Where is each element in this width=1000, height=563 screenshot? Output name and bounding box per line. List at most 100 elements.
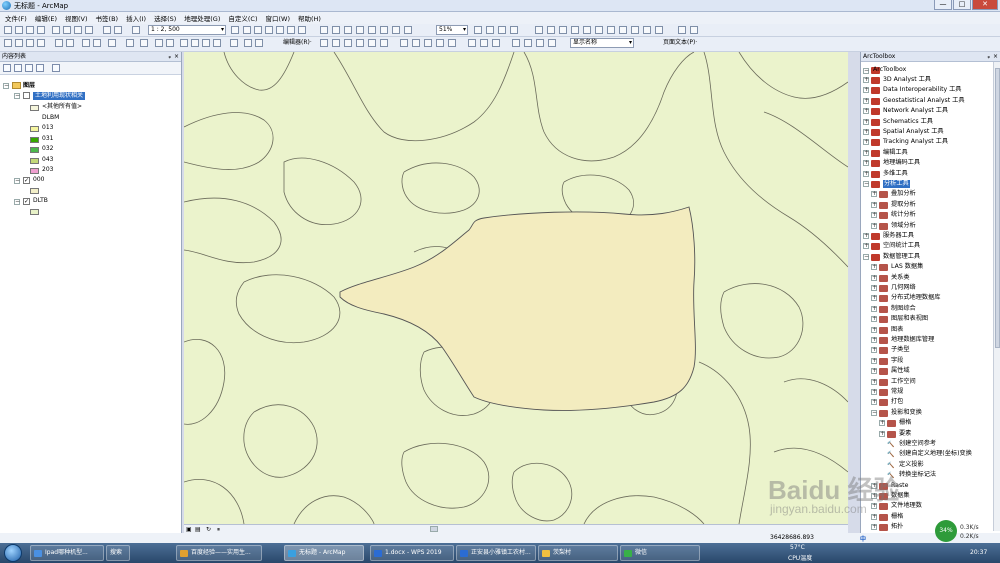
collapse-icon[interactable]: − xyxy=(14,199,20,205)
label-priority-icon[interactable] xyxy=(524,39,532,47)
toolbox-item[interactable]: 创建空间参考 xyxy=(899,440,936,448)
toolbox-item[interactable]: 空间统计工具 xyxy=(883,242,920,250)
start-button[interactable] xyxy=(4,544,22,562)
pin-icon[interactable]: ᵩ xyxy=(988,52,991,62)
layout-tool-3-icon[interactable] xyxy=(344,26,352,34)
toolbox-item[interactable]: Network Analyst 工具 xyxy=(883,107,948,115)
expand-icon[interactable]: + xyxy=(871,191,877,198)
expand-icon[interactable]: + xyxy=(871,524,877,531)
expand-icon[interactable]: + xyxy=(871,201,877,208)
layer-visibility-checkbox[interactable]: ✓ xyxy=(23,198,30,205)
arctoolbox-icon[interactable] xyxy=(276,26,284,34)
collapse-icon[interactable]: − xyxy=(14,178,20,184)
undo-icon[interactable] xyxy=(103,26,111,34)
layer-visibility-checkbox[interactable] xyxy=(23,92,30,99)
data-view-icon[interactable]: ▣ xyxy=(186,526,192,533)
menu-selection[interactable]: 选择(S) xyxy=(154,13,176,23)
collapse-icon[interactable]: − xyxy=(14,93,20,99)
expand-icon[interactable]: + xyxy=(871,347,877,354)
draw-tool-2-icon[interactable] xyxy=(547,26,555,34)
expand-icon[interactable]: + xyxy=(863,118,869,125)
toolbox-item[interactable]: 地理编码工具 xyxy=(883,159,920,167)
expand-icon[interactable]: + xyxy=(871,378,877,385)
expand-icon[interactable]: + xyxy=(871,389,877,395)
draw-tool-1-icon[interactable] xyxy=(535,26,543,34)
list-by-drawing-order-icon[interactable] xyxy=(3,64,11,72)
menu-view[interactable]: 视图(V) xyxy=(65,13,88,23)
toolbox-item[interactable]: 领域分析 xyxy=(891,222,916,230)
toolbox-item[interactable]: Geostatistical Analyst 工具 xyxy=(883,97,965,105)
zoom-in-icon[interactable] xyxy=(4,39,12,47)
layout-tool-1-icon[interactable] xyxy=(320,26,328,34)
attributes-icon[interactable] xyxy=(468,39,476,47)
taskbar-item[interactable]: 百度经验——实用生... xyxy=(176,545,262,561)
expand-icon[interactable]: + xyxy=(871,295,877,302)
cut-polygons-icon[interactable] xyxy=(424,39,432,47)
layout-tool-5-icon[interactable] xyxy=(368,26,376,34)
toolbox-item[interactable]: Schematics 工具 xyxy=(883,118,933,126)
python-icon[interactable] xyxy=(287,26,295,34)
toolbox-item[interactable]: 字段 xyxy=(891,357,903,365)
expand-icon[interactable]: + xyxy=(871,357,877,364)
close-icon[interactable]: × xyxy=(174,52,179,62)
expand-icon[interactable]: + xyxy=(863,87,869,94)
toolbox-item[interactable]: Tracking Analyst 工具 xyxy=(883,138,948,146)
expand-icon[interactable]: + xyxy=(863,139,869,146)
open-icon[interactable] xyxy=(15,26,23,34)
toolbar-b-icon[interactable] xyxy=(255,39,263,47)
toolbox-item[interactable]: 定义投影 xyxy=(899,461,924,469)
find-icon[interactable] xyxy=(166,39,174,47)
toolbox-item[interactable]: 制图综合 xyxy=(891,305,916,313)
collapse-icon[interactable]: − xyxy=(871,409,877,416)
menu-windows[interactable]: 窗口(W) xyxy=(266,13,291,23)
toolbox-item[interactable]: 关系类 xyxy=(891,274,910,282)
toolbox-item[interactable]: 栅格 xyxy=(899,419,911,427)
hyperlink-icon[interactable] xyxy=(191,39,199,47)
ime-indicator[interactable]: 中 xyxy=(860,534,866,543)
cut-icon[interactable] xyxy=(52,26,60,34)
layout-tool-9-icon[interactable] xyxy=(474,26,482,34)
draw-tool-5-icon[interactable] xyxy=(583,26,591,34)
measure-icon[interactable] xyxy=(180,39,188,47)
menu-edit[interactable]: 编辑(E) xyxy=(35,13,57,23)
draw-tool-4-icon[interactable] xyxy=(571,26,579,34)
layout-tool-7-icon[interactable] xyxy=(392,26,400,34)
toolbox-item[interactable]: LAS 数据集 xyxy=(891,263,923,271)
toolbox-item[interactable]: 数据管理工具 xyxy=(883,253,920,261)
page-text-menu[interactable]: 页面文本(P)· xyxy=(663,39,697,47)
list-by-source-icon[interactable] xyxy=(14,64,22,72)
toolbox-item[interactable]: 拓扑 xyxy=(891,523,903,531)
select-features-icon[interactable] xyxy=(108,39,116,47)
layout-tool-8-icon[interactable] xyxy=(404,26,412,34)
expand-icon[interactable]: + xyxy=(863,170,869,177)
trace-icon[interactable] xyxy=(368,39,376,47)
toolbox-item[interactable]: 叠加分析 xyxy=(891,190,916,198)
print-icon[interactable] xyxy=(37,26,45,34)
zoom-out-icon[interactable] xyxy=(15,39,23,47)
expand-icon[interactable]: + xyxy=(863,129,869,135)
back-extent-icon[interactable] xyxy=(82,39,90,47)
html-popup-icon[interactable] xyxy=(202,39,210,47)
taskbar-item[interactable]: 1.docx - WPS 2019 xyxy=(370,545,454,561)
expand-icon[interactable]: + xyxy=(879,430,885,437)
minimize-button[interactable]: — xyxy=(934,0,952,10)
add-data-icon[interactable] xyxy=(132,26,140,34)
view-unplaced-icon[interactable] xyxy=(548,39,556,47)
delete-icon[interactable] xyxy=(85,26,93,34)
layer-name[interactable]: DLTB xyxy=(33,197,48,205)
toolbox-item[interactable]: 分布式地理数据库 xyxy=(891,294,941,302)
fixed-zoom-in-icon[interactable] xyxy=(55,39,63,47)
menu-bookmarks[interactable]: 书签(B) xyxy=(96,13,119,23)
expand-icon[interactable]: + xyxy=(871,368,877,375)
redo-icon[interactable] xyxy=(114,26,122,34)
maximize-button[interactable]: □ xyxy=(953,0,971,10)
reshape-icon[interactable] xyxy=(412,39,420,47)
toc-icon[interactable] xyxy=(243,26,251,34)
label-manager-icon[interactable] xyxy=(512,39,520,47)
rotate-icon[interactable] xyxy=(448,39,456,47)
toc-options-icon[interactable] xyxy=(52,64,60,72)
expand-icon[interactable]: + xyxy=(871,264,877,271)
collapse-icon[interactable]: − xyxy=(3,83,9,89)
selected-parcel-polygon[interactable] xyxy=(339,206,696,411)
draw-tool-8-icon[interactable] xyxy=(619,26,627,34)
